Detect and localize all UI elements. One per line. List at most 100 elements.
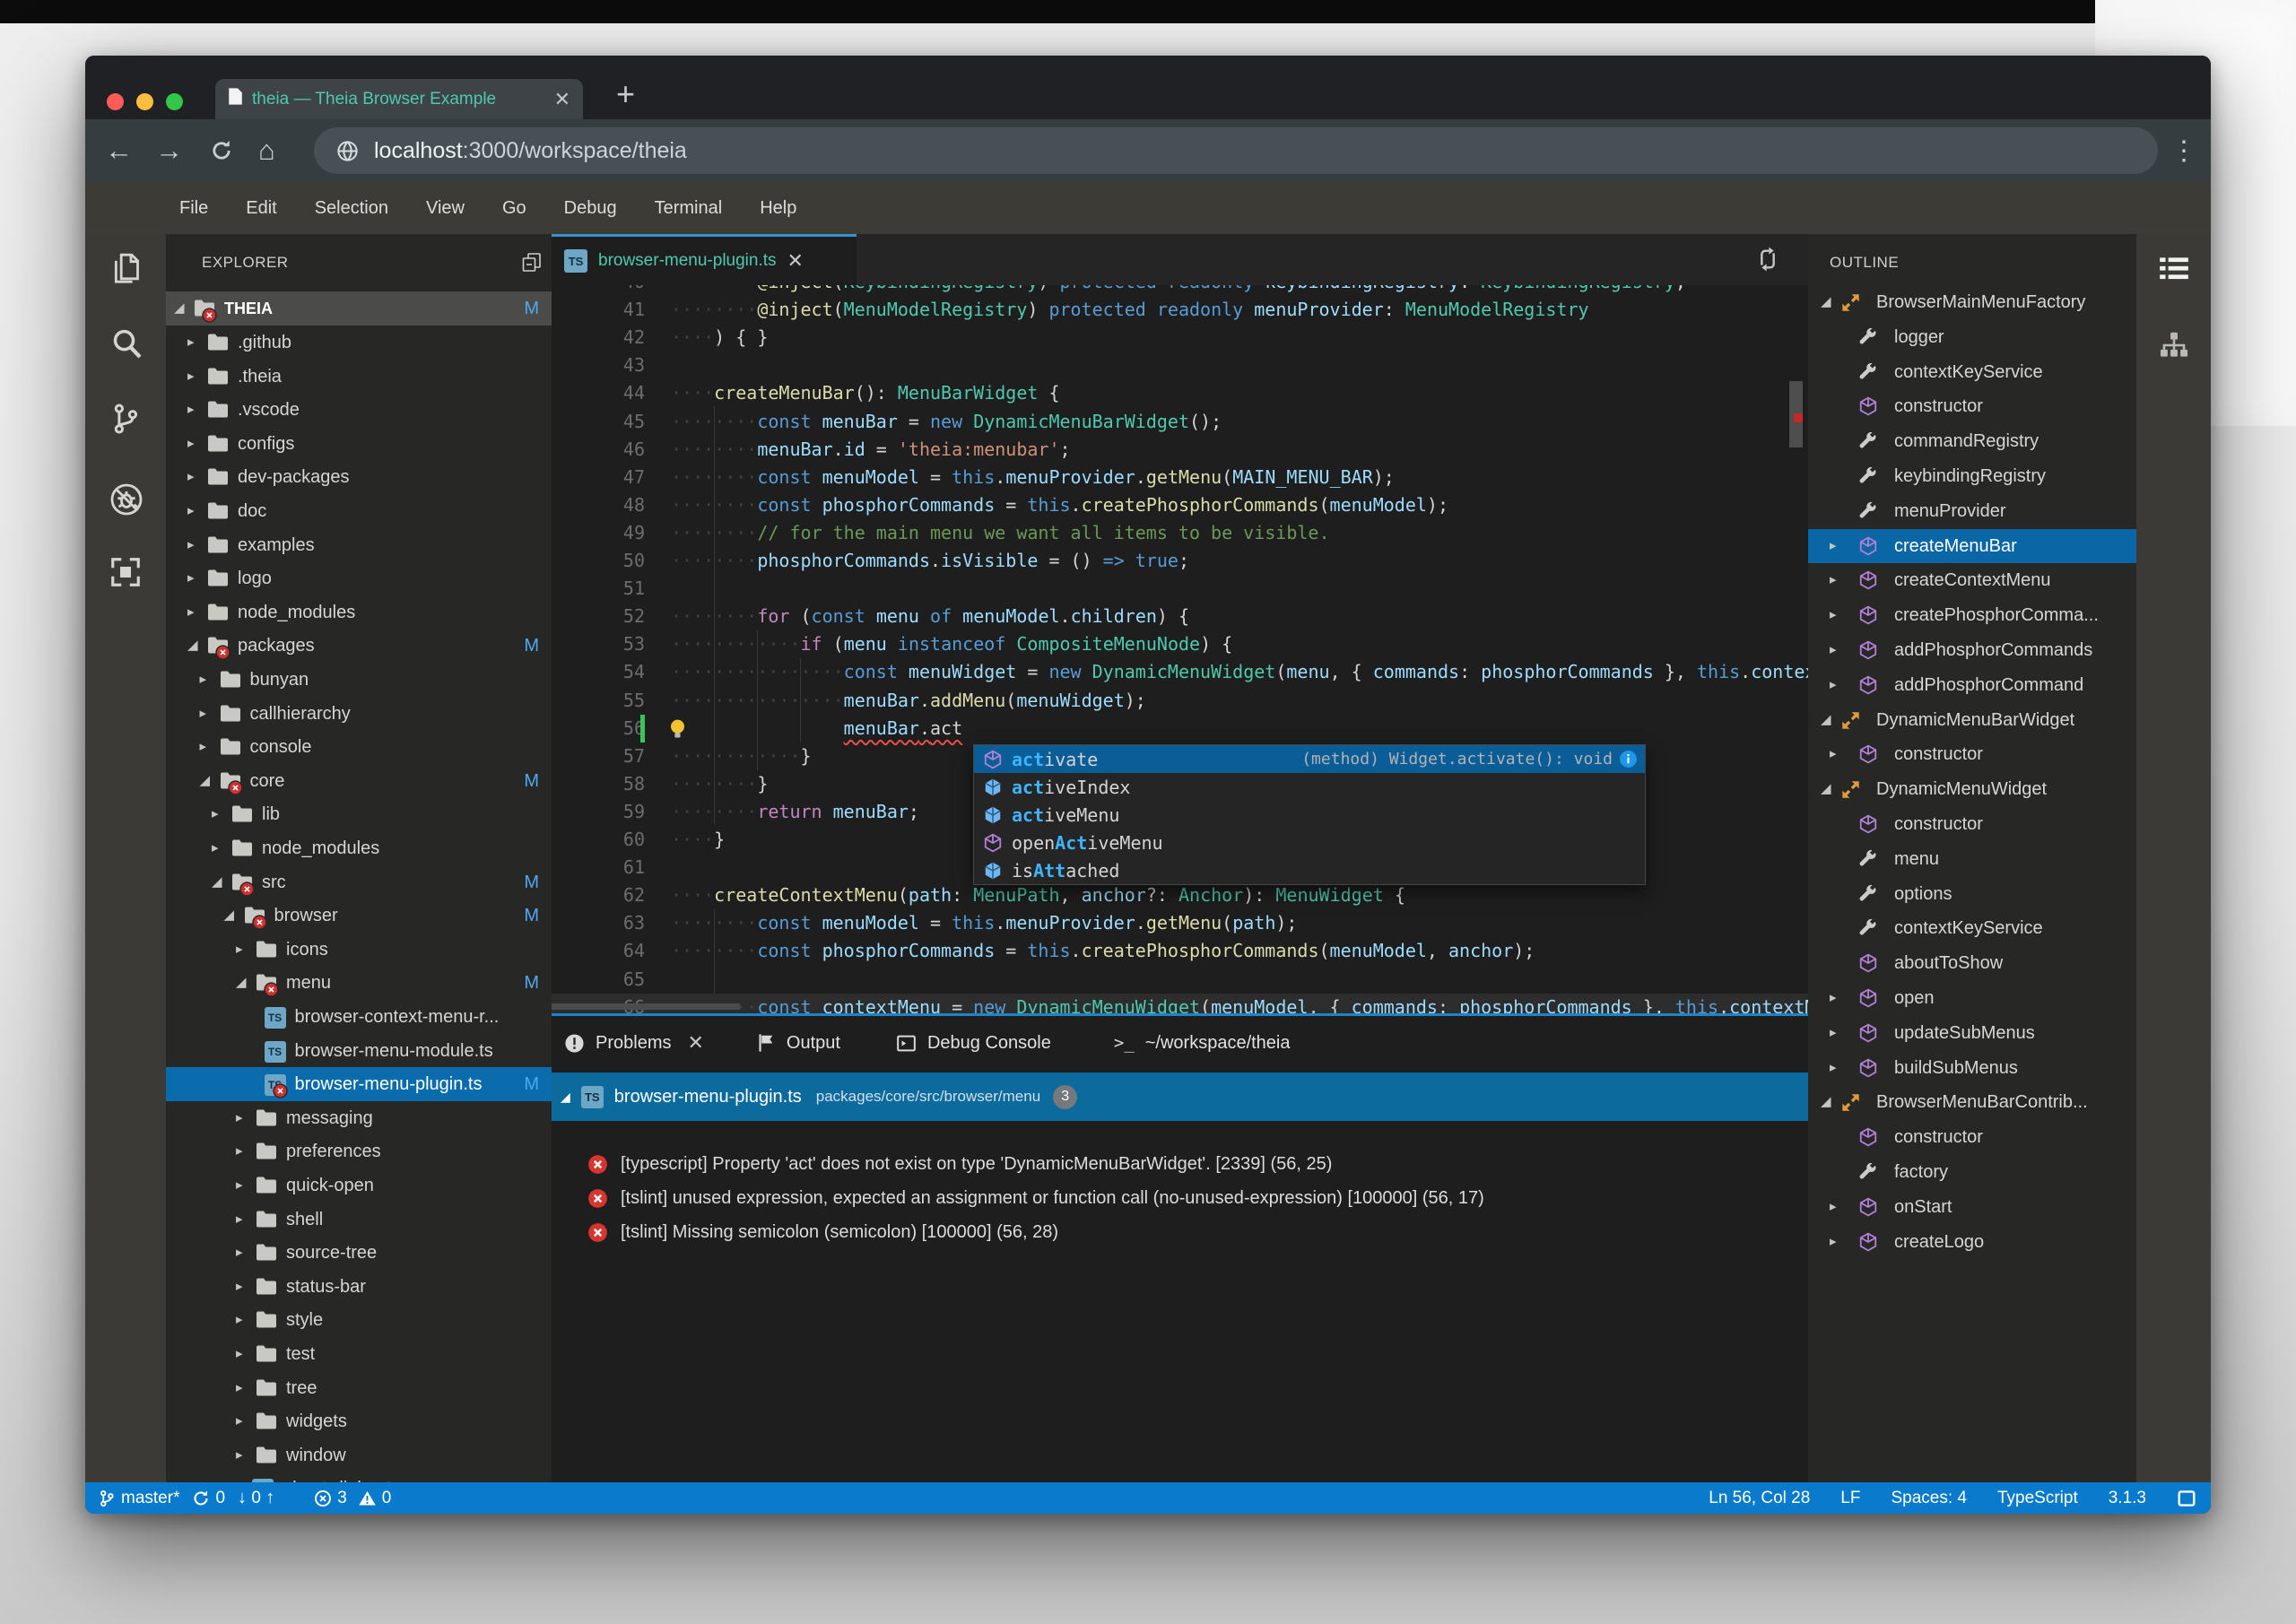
- close-window-button[interactable]: [107, 93, 124, 110]
- code-line[interactable]: 64········const phosphorCommands = this.…: [552, 937, 1808, 965]
- search-icon[interactable]: [109, 326, 144, 361]
- extensions-icon[interactable]: [109, 555, 143, 589]
- outline-item[interactable]: aboutToShow: [1808, 946, 2136, 980]
- tree-item-folder[interactable]: ▸examples: [166, 528, 552, 562]
- menu-view[interactable]: View: [407, 198, 483, 219]
- horizontal-scrollbar[interactable]: [552, 1003, 740, 1010]
- problems-status-item[interactable]: 3 0: [314, 1489, 391, 1508]
- suggest-item[interactable]: openActiveMenu: [974, 829, 1645, 856]
- sync-item[interactable]: 0: [192, 1489, 225, 1508]
- outline-item[interactable]: logger: [1808, 320, 2136, 354]
- code-line[interactable]: 56 menuBar.act: [552, 715, 1808, 743]
- menu-terminal[interactable]: Terminal: [636, 198, 742, 219]
- outline-item[interactable]: ◢DynamicMenuBarWidget: [1808, 703, 2136, 737]
- synchronize-icon[interactable]: [1753, 245, 1782, 278]
- code-line[interactable]: 41········@inject(MenuModelRegistry) pro…: [552, 296, 1808, 324]
- tree-item-folder[interactable]: ▸widgets: [166, 1404, 552, 1438]
- tree-item-folder[interactable]: ▸quick-open: [166, 1168, 552, 1203]
- menu-go[interactable]: Go: [483, 198, 545, 219]
- minimize-window-button[interactable]: [136, 93, 153, 110]
- lightbulb-icon[interactable]: [666, 717, 689, 740]
- outline-item[interactable]: contextKeyService: [1808, 355, 2136, 389]
- code-line[interactable]: 51: [552, 575, 1808, 603]
- code-line[interactable]: 65: [552, 966, 1808, 994]
- forward-icon[interactable]: →: [155, 119, 183, 182]
- tree-item-file[interactable]: TSbrowser-menu-plugin.tsM: [166, 1067, 552, 1101]
- tree-item-folder[interactable]: ▸status-bar: [166, 1270, 552, 1304]
- tree-item-folder[interactable]: ▸source-tree: [166, 1236, 552, 1270]
- problem-row[interactable]: [tslint] unused expression, expected an …: [552, 1182, 1808, 1214]
- files-icon[interactable]: [109, 251, 144, 287]
- problem-row[interactable]: [typescript] Property 'act' does not exi…: [552, 1148, 1808, 1180]
- panel-tab-problems[interactable]: Problems✕: [564, 1031, 704, 1055]
- code-line[interactable]: 47········const menuModel = this.menuPro…: [552, 464, 1808, 491]
- home-icon[interactable]: ⌂: [258, 119, 275, 182]
- tree-item-folder[interactable]: ▸style: [166, 1303, 552, 1337]
- outline-item[interactable]: ▸constructor: [1808, 737, 2136, 771]
- outline-item[interactable]: ▸createLogo: [1808, 1225, 2136, 1259]
- cursor-position-item[interactable]: Ln 56, Col 28: [1709, 1489, 1810, 1508]
- browser-menu-icon[interactable]: ⋮: [2170, 119, 2197, 182]
- tree-item-folder[interactable]: ▸.vscode: [166, 393, 552, 427]
- code-line[interactable]: 49········// for the main menu we want a…: [552, 519, 1808, 547]
- code-line[interactable]: 48········const phosphorCommands = this.…: [552, 491, 1808, 519]
- tree-item-folder[interactable]: ▸console: [166, 730, 552, 764]
- eol-item[interactable]: LF: [1840, 1489, 1860, 1508]
- tree-item-folder[interactable]: ▸icons: [166, 933, 552, 967]
- tree-item-folder[interactable]: ◢packagesM: [166, 629, 552, 663]
- code-line[interactable]: 44····createMenuBar(): MenuBarWidget {: [552, 379, 1808, 407]
- tree-item-folder[interactable]: ▸test: [166, 1337, 552, 1371]
- zoom-window-button[interactable]: [166, 93, 183, 110]
- editor-tab[interactable]: TS browser-menu-plugin.ts ✕: [552, 234, 857, 285]
- menu-help[interactable]: Help: [741, 198, 815, 219]
- code-line[interactable]: 43: [552, 352, 1808, 379]
- code-line[interactable]: 52········for (const menu of menuModel.c…: [552, 603, 1808, 630]
- tree-item-folder[interactable]: ◢menuM: [166, 966, 552, 1000]
- editor-scrollbar[interactable]: [1789, 381, 1803, 447]
- outline-item[interactable]: menu: [1808, 842, 2136, 876]
- reload-icon[interactable]: [209, 119, 234, 182]
- outline-item[interactable]: ◢BrowserMenuBarContrib...: [1808, 1085, 2136, 1119]
- code-line[interactable]: 54················const menuWidget = new…: [552, 658, 1808, 686]
- tree-item-folder[interactable]: ▸configs: [166, 427, 552, 461]
- tree-item-folder[interactable]: ▸doc: [166, 494, 552, 528]
- tree-item-folder[interactable]: ▸bunyan: [166, 663, 552, 697]
- outline-item[interactable]: constructor: [1808, 389, 2136, 423]
- panel-tab--workspace-theia[interactable]: >_~/workspace/theia: [1114, 1033, 1291, 1054]
- outline-item[interactable]: ▸buildSubMenus: [1808, 1051, 2136, 1085]
- tree-item-file[interactable]: TSbrowser-context-menu-r...: [166, 1000, 552, 1034]
- outline-item[interactable]: ▸createMenuBar: [1808, 529, 2136, 563]
- tree-item-folder[interactable]: ▸shell: [166, 1203, 552, 1237]
- address-bar[interactable]: localhost:3000/workspace/theia: [314, 127, 2158, 174]
- outline-item[interactable]: ▸updateSubMenus: [1808, 1016, 2136, 1050]
- chevron-expanded-icon[interactable]: ◢: [561, 1090, 570, 1105]
- code-line[interactable]: 42····) { }: [552, 324, 1808, 352]
- debug-icon[interactable]: [109, 482, 144, 517]
- language-item[interactable]: TypeScript: [1997, 1489, 2078, 1508]
- tree-item-folder[interactable]: ▸tree: [166, 1371, 552, 1405]
- tree-item-folder[interactable]: ▸node_modules: [166, 831, 552, 865]
- code-line[interactable]: 46········menuBar.id = 'theia:menubar';: [552, 436, 1808, 464]
- new-tab-button[interactable]: +: [616, 75, 635, 113]
- outline-item[interactable]: contextKeyService: [1808, 911, 2136, 945]
- outline-item[interactable]: menuProvider: [1808, 494, 2136, 528]
- outline-view-icon[interactable]: [2157, 252, 2191, 291]
- outline-item[interactable]: constructor: [1808, 1120, 2136, 1154]
- outline-item[interactable]: factory: [1808, 1155, 2136, 1189]
- code-line[interactable]: 40········@inject(KeybindingRegistry) pr…: [552, 285, 1808, 296]
- tree-item-folder[interactable]: ▸node_modules: [166, 595, 552, 630]
- suggest-item[interactable]: activeMenu: [974, 801, 1645, 829]
- language-version-item[interactable]: 3.1.3: [2109, 1489, 2146, 1508]
- tree-item-folder[interactable]: ▸.github: [166, 326, 552, 360]
- tree-item-folder[interactable]: ▸callhierarchy: [166, 697, 552, 731]
- code-line[interactable]: 62····createContextMenu(path: MenuPath, …: [552, 881, 1808, 909]
- problem-row[interactable]: [tslint] Missing semicolon (semicolon) […: [552, 1216, 1808, 1248]
- browser-tab[interactable]: theia — Theia Browser Example ✕: [215, 79, 583, 119]
- outline-item[interactable]: ▸createPhosphorComma...: [1808, 598, 2136, 632]
- outline-item[interactable]: keybindingRegistry: [1808, 459, 2136, 493]
- tree-item-file[interactable]: TSabout-dialog.ts: [166, 1472, 552, 1482]
- back-icon[interactable]: ←: [105, 119, 133, 182]
- outline-item[interactable]: ▸open: [1808, 981, 2136, 1015]
- menu-debug[interactable]: Debug: [545, 198, 636, 219]
- tree-item-folder[interactable]: ▸lib: [166, 797, 552, 831]
